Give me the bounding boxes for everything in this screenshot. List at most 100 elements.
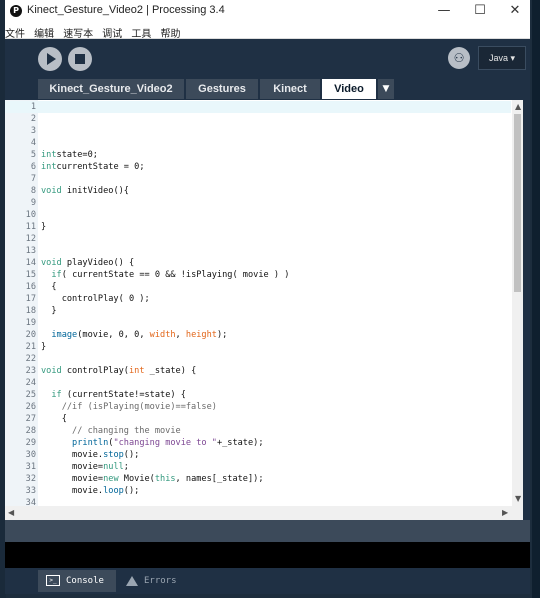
code-text: intstate=0;: [41, 149, 98, 161]
code-line[interactable]: 3: [5, 125, 511, 137]
menu-tools[interactable]: 工具: [131, 24, 151, 40]
horizontal-scrollbar[interactable]: ◀ ▶: [5, 506, 523, 520]
code-line[interactable]: 19: [5, 317, 511, 329]
stop-button[interactable]: [68, 47, 92, 71]
code-line[interactable]: 34: [5, 497, 511, 506]
butterfly-icon: ⚇: [453, 51, 465, 65]
code-line[interactable]: 1: [5, 101, 511, 113]
minimize-button[interactable]: —: [429, 2, 459, 20]
line-number: 18: [25, 306, 36, 316]
line-number: 26: [25, 402, 36, 412]
line-number: 3: [30, 126, 36, 136]
code-line[interactable]: 5 intstate=0;: [5, 149, 511, 161]
code-editor[interactable]: 1 2 3 4 5 intstate=0; 6 intcurrentState = 0; 7 8 v…: [5, 100, 523, 520]
maximize-button[interactable]: ☐: [465, 2, 495, 20]
run-button[interactable]: [38, 47, 62, 71]
line-number: 33: [25, 486, 36, 496]
tab-video[interactable]: Video: [322, 79, 376, 99]
code-line[interactable]: 25 if (currentState!=state) {: [5, 389, 511, 401]
code-text: }: [41, 341, 46, 353]
code-text: println("changing movie to "+_state);: [41, 437, 264, 449]
code-area[interactable]: 1 2 3 4 5 intstate=0; 6 intcurrentState = 0; 7 8 v…: [5, 100, 511, 506]
code-token: controlPlay(: [61, 366, 129, 376]
code-line[interactable]: 20 image(movie, 0, 0, width, height);: [5, 329, 511, 341]
code-line[interactable]: 26 //if (isPlaying(movie)==false): [5, 401, 511, 413]
code-text: void initVideo(){: [41, 185, 129, 197]
menu-sketch[interactable]: 速写本: [63, 24, 93, 40]
debugger-button[interactable]: ⚇: [448, 47, 470, 69]
line-number: 1: [30, 102, 36, 112]
line-number: 7: [30, 174, 36, 184]
code-line[interactable]: 32 movie=new Movie(this, names[_state]);: [5, 473, 511, 485]
code-text: {: [41, 281, 57, 293]
code-line[interactable]: 24: [5, 377, 511, 389]
code-line[interactable]: 9: [5, 197, 511, 209]
code-token: (currentState!=state) {: [61, 390, 186, 400]
line-number: 12: [25, 234, 36, 244]
code-token: void: [41, 258, 62, 268]
code-line[interactable]: 4: [5, 137, 511, 149]
code-line[interactable]: 30 movie.stop();: [5, 449, 511, 461]
scroll-down-icon[interactable]: ▼: [515, 494, 521, 503]
tab-kinect-gesture-video2[interactable]: Kinect_Gesture_Video2: [38, 79, 184, 99]
menu-file[interactable]: 文件: [5, 24, 25, 40]
code-line[interactable]: 2: [5, 113, 511, 125]
mode-selector[interactable]: Java ▾: [478, 46, 526, 70]
code-line[interactable]: 27 {: [5, 413, 511, 425]
code-line[interactable]: 17 controlPlay( 0 );: [5, 293, 511, 305]
code-line[interactable]: 21}: [5, 341, 511, 353]
menu-debug[interactable]: 调试: [102, 24, 122, 40]
code-line[interactable]: 7: [5, 173, 511, 185]
line-number: 21: [25, 342, 36, 352]
code-token: stop: [103, 450, 124, 460]
tab-kinect[interactable]: Kinect: [260, 79, 320, 99]
line-number: 28: [25, 426, 36, 436]
line-number: 19: [25, 318, 36, 328]
code-line[interactable]: 6 intcurrentState = 0;: [5, 161, 511, 173]
code-token: +_state);: [216, 438, 264, 448]
scroll-up-icon[interactable]: ▲: [515, 102, 521, 111]
code-line[interactable]: 16 {: [5, 281, 511, 293]
code-line[interactable]: 10: [5, 209, 511, 221]
code-token: this: [154, 474, 176, 484]
code-token: playVideo() {: [61, 258, 135, 268]
line-number: 20: [25, 330, 36, 340]
code-token: {: [41, 282, 57, 292]
code-token: (movie, 0, 0,: [77, 330, 150, 340]
code-token: ,: [175, 330, 186, 340]
line-number: 4: [30, 138, 36, 148]
menu-help[interactable]: 帮助: [160, 24, 180, 40]
tab-gestures[interactable]: Gestures: [186, 79, 258, 99]
code-line[interactable]: 8 void initVideo(){: [5, 185, 511, 197]
code-line[interactable]: 31 movie=null;: [5, 461, 511, 473]
vertical-scrollbar[interactable]: ▲ ▼: [512, 100, 523, 506]
code-token: state=0;: [56, 150, 98, 160]
code-line[interactable]: 11}: [5, 221, 511, 233]
code-line[interactable]: 18 }: [5, 305, 511, 317]
code-line[interactable]: 22: [5, 353, 511, 365]
scroll-right-icon[interactable]: ▶: [502, 508, 508, 517]
code-line[interactable]: 13: [5, 245, 511, 257]
status-bar: [5, 520, 530, 542]
tab-errors[interactable]: Errors: [118, 570, 194, 592]
code-text: if( currentState == 0 && !isPlaying( mov…: [41, 269, 289, 281]
code-line[interactable]: 28 // changing the movie: [5, 425, 511, 437]
menu-edit[interactable]: 编辑: [34, 24, 54, 40]
title-bar: P Kinect_Gesture_Video2 | Processing 3.4…: [5, 0, 530, 22]
close-button[interactable]: ✕: [500, 2, 530, 20]
vertical-scroll-thumb[interactable]: [514, 114, 521, 292]
tab-console[interactable]: >_ Console: [38, 570, 116, 592]
code-line[interactable]: 33 movie.loop();: [5, 485, 511, 497]
code-line[interactable]: 14 void playVideo() {: [5, 257, 511, 269]
code-line[interactable]: 15 if( currentState == 0 && !isPlaying( …: [5, 269, 511, 281]
code-line[interactable]: 29 println("changing movie to "+_state);: [5, 437, 511, 449]
code-line[interactable]: 23 void controlPlay(int _state) {: [5, 365, 511, 377]
code-token: movie=: [41, 474, 104, 484]
code-token: int: [41, 150, 57, 160]
tab-menu-button[interactable]: ▼: [378, 79, 394, 99]
scroll-left-icon[interactable]: ◀: [8, 508, 14, 517]
code-token: );: [216, 330, 228, 340]
code-line[interactable]: 12: [5, 233, 511, 245]
console-tabs: >_ Console Errors: [5, 568, 530, 594]
